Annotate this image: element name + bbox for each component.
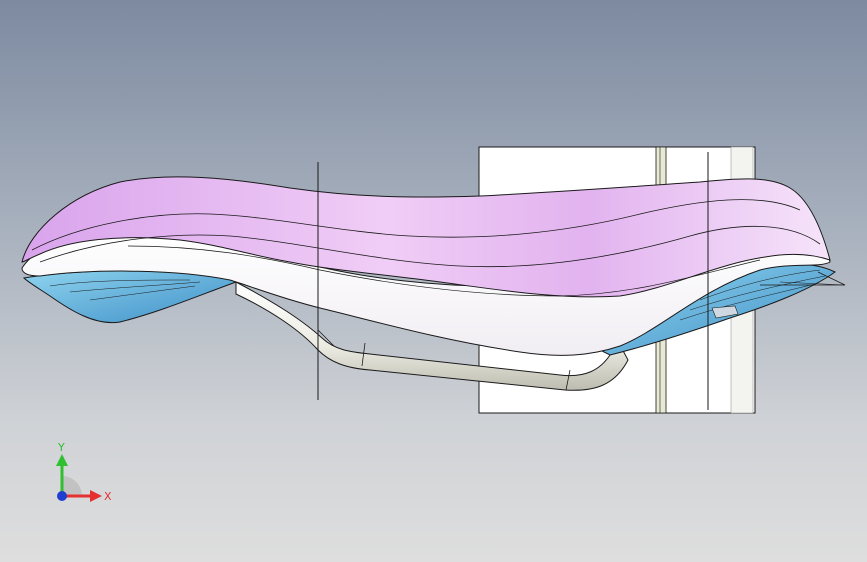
cad-viewport[interactable] xyxy=(0,0,867,562)
y-axis-label: Y xyxy=(57,441,65,454)
coordinate-triad[interactable]: Y X xyxy=(44,438,114,510)
saddle-underside-rear[interactable] xyxy=(22,269,237,324)
z-axis-dot xyxy=(57,491,67,501)
x-axis-label: X xyxy=(104,490,112,503)
